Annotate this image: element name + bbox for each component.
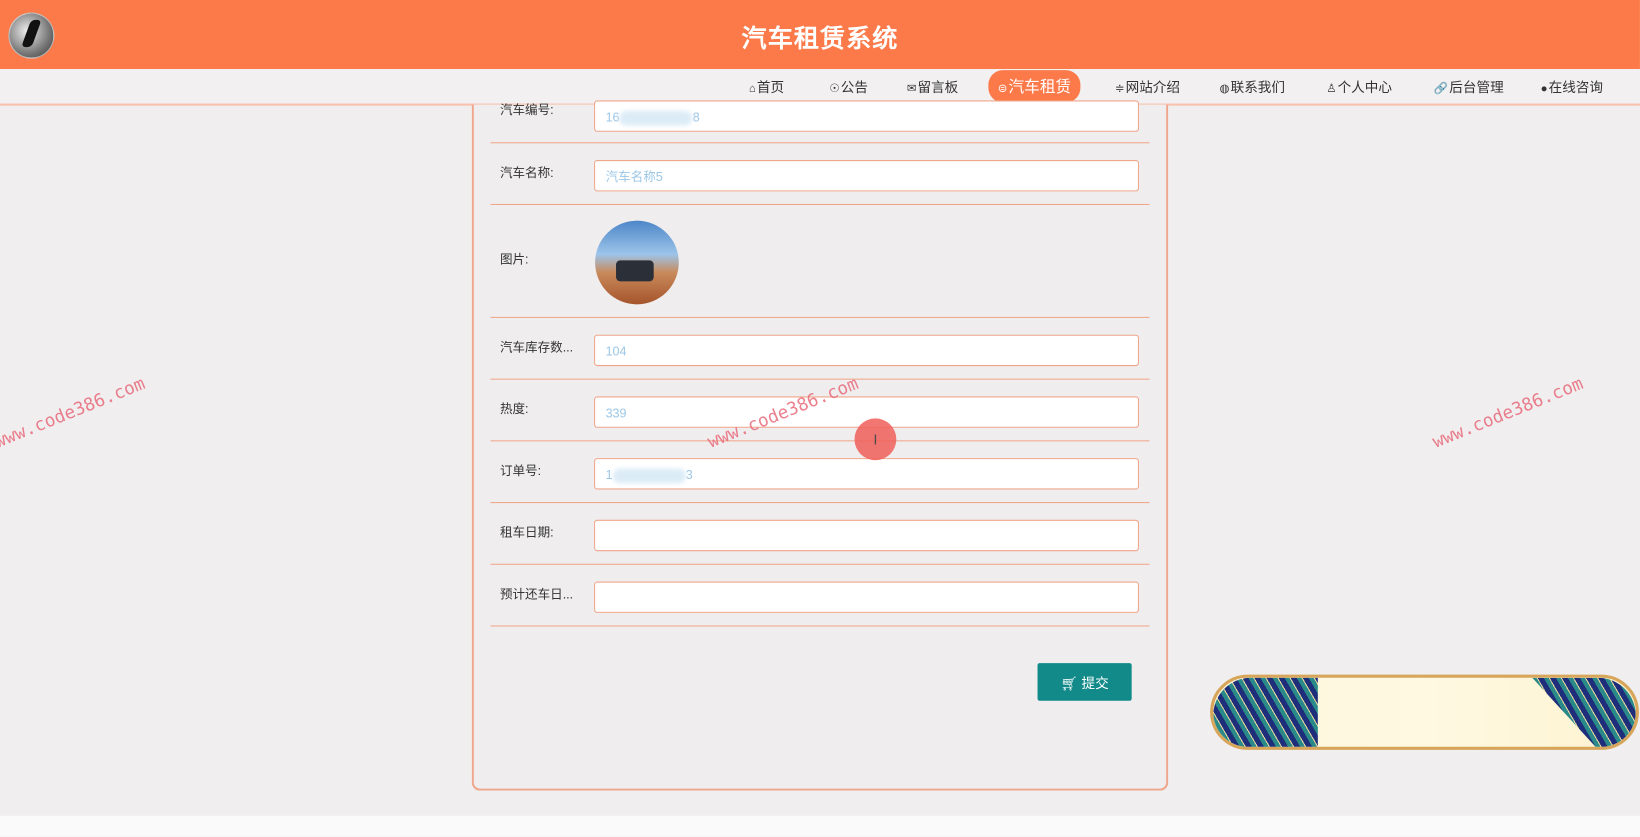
- field-label: 订单号:: [499, 463, 542, 478]
- cart-icon: 🛒︎: [1060, 675, 1082, 691]
- nav-label: 公告: [840, 79, 868, 96]
- mouse-cursor-indicator: I: [854, 418, 897, 461]
- footer: [0, 815, 1640, 837]
- car-image: [595, 220, 679, 305]
- nav-profile[interactable]: ♙个人中心: [1326, 76, 1392, 96]
- decorative-banner: [1210, 674, 1639, 750]
- wave-decoration: [1213, 677, 1318, 747]
- stock-input[interactable]: 104: [594, 334, 1139, 367]
- form-row-return-date: 预计还车日...: [490, 564, 1150, 627]
- rental-form: 汽车编号: 16 8 汽车名称: 汽车名称5 图片: 汽车库存数... 104 热…: [471, 100, 1169, 791]
- car-no-input[interactable]: 16 8: [594, 100, 1139, 132]
- value-part: 8: [692, 109, 700, 125]
- header: 汽车租赁系统: [0, 0, 1640, 70]
- site-title: 汽车租赁系统: [741, 25, 899, 54]
- nav-online-chat[interactable]: ●在线咨询: [1541, 76, 1603, 96]
- globe-icon: ◍: [1219, 82, 1230, 96]
- value-part: 3: [685, 467, 693, 483]
- order-no-input[interactable]: 13: [594, 458, 1139, 490]
- field-label: 汽车名称:: [499, 165, 554, 180]
- nav-label: 后台管理: [1449, 79, 1504, 96]
- nav-label: 首页: [756, 79, 785, 96]
- form-row-order-no: 订单号: 13: [490, 440, 1150, 504]
- link-icon: 🔗: [1433, 82, 1449, 96]
- value-part: 1: [605, 467, 613, 483]
- watermark: www.code386.com: [0, 373, 149, 453]
- submit-label: 提交: [1081, 675, 1109, 691]
- nav-label: 网站介绍: [1125, 79, 1181, 96]
- nav-label: 个人中心: [1337, 79, 1392, 96]
- value-part: 16: [605, 109, 620, 125]
- form-row-rent-date: 租车日期:: [490, 502, 1150, 565]
- field-label: 图片:: [499, 252, 529, 267]
- nav-label: 留言板: [917, 79, 959, 96]
- rent-date-input[interactable]: [594, 519, 1139, 552]
- redaction: [612, 468, 686, 484]
- form-row-image: 图片:: [490, 204, 1150, 318]
- nav-contact[interactable]: ◍联系我们: [1220, 76, 1285, 96]
- car-name-input[interactable]: 汽车名称5: [594, 160, 1139, 192]
- watermark: www.code386.com: [1429, 373, 1587, 453]
- field-label: 预计还车日...: [499, 586, 574, 602]
- field-label: 租车日期:: [499, 525, 554, 540]
- nav-label: 联系我们: [1230, 79, 1286, 96]
- field-label: 汽车库存数...: [499, 339, 574, 355]
- chat-icon: ●: [1540, 82, 1548, 96]
- form-row-car-no: 汽车编号: 16 8: [490, 94, 1150, 144]
- submit-button[interactable]: 🛒︎ 提交: [1037, 663, 1132, 701]
- field-label: 汽车编号:: [499, 102, 554, 118]
- nav-admin[interactable]: 🔗后台管理: [1434, 76, 1504, 96]
- user-icon: ♙: [1326, 82, 1337, 96]
- form-row-car-name: 汽车名称: 汽车名称5: [490, 142, 1150, 205]
- return-date-input[interactable]: [594, 581, 1139, 613]
- form-row-stock: 汽车库存数... 104: [490, 317, 1150, 380]
- field-label: 热度:: [499, 401, 529, 417]
- wave-decoration: [1532, 677, 1636, 747]
- nav-label: 在线咨询: [1548, 79, 1604, 96]
- redaction: [619, 110, 693, 126]
